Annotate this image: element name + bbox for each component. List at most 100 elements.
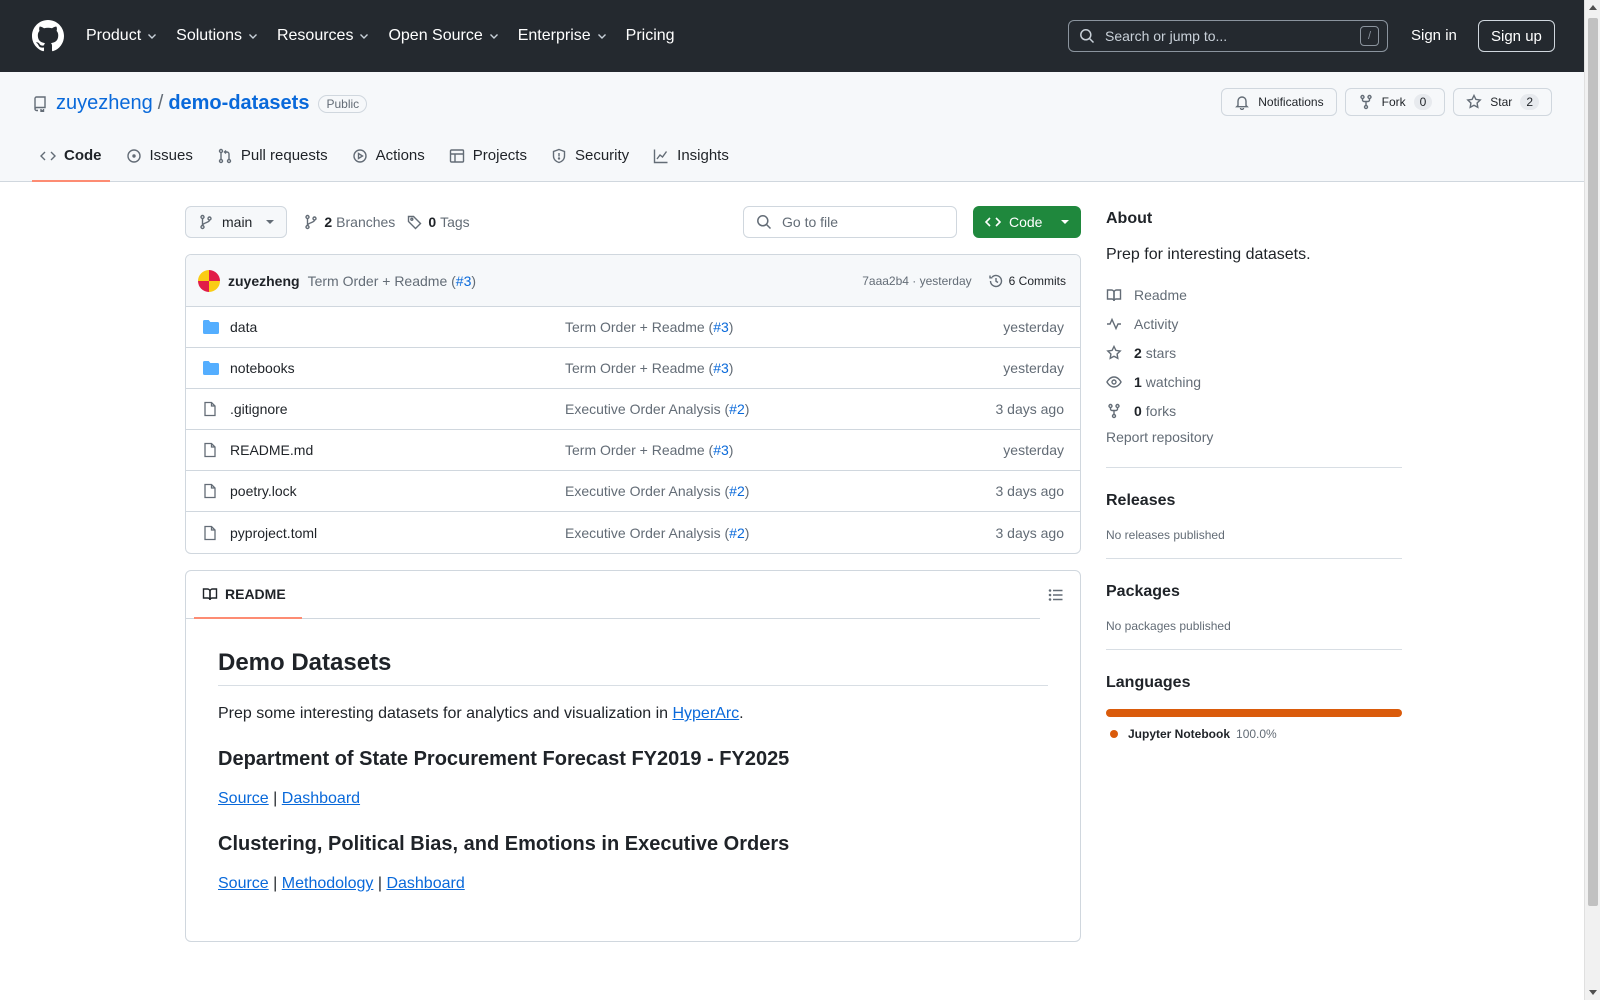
sidebar-link-forks[interactable]: 0 forks — [1106, 396, 1402, 425]
repo-tabs: Code Issues Pull requests Actions Projects Se… — [32, 144, 745, 182]
language-list: Jupyter Notebook 100.0% — [1106, 727, 1402, 741]
file-commit-message[interactable]: Executive Order Analysis (#2) — [565, 483, 996, 499]
history-icon — [988, 274, 1002, 287]
packages-section: Packages No packages published — [1106, 558, 1402, 633]
top-nav-resources[interactable]: Resources — [277, 27, 370, 45]
file-commit-pr-link[interactable]: #2 — [729, 401, 745, 417]
table-row[interactable]: notebooks Term Order + Readme (#3) yesterd… — [186, 348, 1080, 389]
table-row[interactable]: README.md Term Order + Readme (#3) yesterd… — [186, 430, 1080, 471]
sidebar-link-readme[interactable]: Readme — [1106, 280, 1402, 309]
releases-heading[interactable]: Releases — [1106, 492, 1402, 510]
file-icon — [204, 442, 216, 458]
file-commit-pr-link[interactable]: #3 — [713, 442, 729, 458]
top-nav-label: Enterprise — [517, 27, 591, 44]
commit-message[interactable]: Term Order + Readme (#3) — [308, 273, 476, 289]
top-nav-pricing[interactable]: Pricing — [626, 27, 675, 45]
top-nav-enterprise[interactable]: Enterprise — [518, 27, 608, 45]
languages-heading: Languages — [1106, 674, 1191, 691]
hyperarc-link[interactable]: HyperArc — [672, 705, 739, 722]
section1-dashboard-link[interactable]: Dashboard — [282, 790, 360, 807]
readme-tab[interactable]: README — [194, 571, 302, 619]
tags-link[interactable]: 0 Tags — [407, 214, 470, 230]
section2-source-link[interactable]: Source — [218, 875, 269, 892]
section1-source-link[interactable]: Source — [218, 790, 269, 807]
file-name-link[interactable]: README.md — [230, 442, 565, 458]
tab-insights[interactable]: Insights — [645, 144, 737, 182]
top-nav-label: Resources — [276, 27, 354, 44]
file-commit-pr-link[interactable]: #2 — [729, 483, 745, 499]
scroll-down-arrow[interactable] — [1589, 990, 1597, 995]
code-icon — [985, 217, 1001, 227]
table-row[interactable]: data Term Order + Readme (#3) yesterday — [186, 307, 1080, 348]
file-commit-pr-link[interactable]: #2 — [729, 525, 745, 541]
file-commit-message[interactable]: Term Order + Readme (#3) — [565, 319, 1003, 335]
packages-empty-text: No packages published — [1106, 619, 1231, 633]
readme-intro-end: . — [739, 705, 744, 722]
file-type-icon — [202, 525, 220, 541]
file-commit-message[interactable]: Term Order + Readme (#3) — [565, 360, 1003, 376]
report-repository-link[interactable]: Report repository — [1106, 429, 1402, 451]
branches-link[interactable]: 2 Branches — [303, 214, 395, 230]
bell-icon — [1235, 96, 1250, 110]
tab-security[interactable]: Security — [543, 144, 637, 182]
top-nav-open-source[interactable]: Open Source — [388, 27, 499, 45]
table-row[interactable]: poetry.lock Executive Order Analysis (#2)… — [186, 471, 1080, 512]
main-content: main 2 Branches 0 Tags Go to file Code z… — [185, 206, 1081, 942]
page-scrollbar[interactable] — [1584, 0, 1600, 1000]
commit-hash[interactable]: 7aaa2b4 · yesterday — [862, 274, 971, 288]
code-button[interactable]: Code — [973, 206, 1081, 238]
commit-pr-link[interactable]: #3 — [456, 273, 472, 289]
tab-code[interactable]: Code — [32, 144, 110, 182]
commits-history-link[interactable]: 6 Commits — [988, 273, 1066, 289]
repo-owner-link[interactable]: zuyezheng — [56, 92, 153, 115]
avatar[interactable] — [198, 269, 220, 292]
table-row[interactable]: pyproject.toml Executive Order Analysis (… — [186, 512, 1080, 553]
file-name-link[interactable]: pyproject.toml — [230, 525, 565, 541]
branch-selector[interactable]: main — [185, 206, 288, 238]
table-row[interactable]: .gitignore Executive Order Analysis (#2) 3… — [186, 389, 1080, 430]
language-item[interactable]: Jupyter Notebook 100.0% — [1106, 727, 1402, 741]
file-commit-message[interactable]: Term Order + Readme (#3) — [565, 442, 1003, 458]
section2-methodology-link[interactable]: Methodology — [282, 875, 374, 892]
tab-actions[interactable]: Actions — [344, 144, 433, 182]
file-toolbar: main 2 Branches 0 Tags Go to file Code — [185, 206, 1081, 238]
file-commit-date: yesterday — [1003, 442, 1064, 458]
file-type-icon — [202, 442, 220, 458]
tab-issues[interactable]: Issues — [118, 144, 201, 182]
scroll-up-arrow[interactable] — [1589, 5, 1597, 10]
file-commit-pr-link[interactable]: #3 — [713, 319, 729, 335]
language-name: Jupyter Notebook — [1128, 727, 1231, 741]
top-nav-product[interactable]: Product — [86, 27, 158, 45]
file-name-link[interactable]: notebooks — [230, 360, 565, 376]
tab-pull-requests[interactable]: Pull requests — [209, 144, 336, 182]
sidebar-link-watching[interactable]: 1 watching — [1106, 367, 1402, 396]
scroll-thumb[interactable] — [1588, 18, 1598, 906]
repo-name-link[interactable]: demo-datasets — [168, 92, 309, 115]
file-commit-end: ) — [744, 401, 750, 417]
file-name-link[interactable]: data — [230, 319, 565, 335]
section2-dashboard-link[interactable]: Dashboard — [386, 875, 464, 892]
github-logo-icon[interactable] — [32, 20, 64, 52]
sidebar-link-stars[interactable]: 2 stars — [1106, 338, 1402, 367]
file-commit-message[interactable]: Executive Order Analysis (#2) — [565, 401, 996, 417]
tab-projects[interactable]: Projects — [441, 144, 535, 182]
sidebar-link-activity[interactable]: Activity — [1106, 309, 1402, 338]
fork-button[interactable]: Fork 0 — [1344, 88, 1446, 116]
sign-in-link[interactable]: Sign in — [1411, 27, 1457, 44]
notifications-button[interactable]: Notifications — [1221, 88, 1337, 116]
star-button[interactable]: Star 2 — [1453, 88, 1552, 116]
search-input[interactable]: Search or jump to... / — [1068, 20, 1388, 52]
file-name-link[interactable]: .gitignore — [230, 401, 565, 417]
packages-heading[interactable]: Packages — [1106, 583, 1402, 601]
star-icon — [1466, 94, 1483, 109]
file-commit-message[interactable]: Executive Order Analysis (#2) — [565, 525, 996, 541]
visibility-badge: Public — [318, 94, 368, 113]
sign-up-button[interactable]: Sign up — [1478, 20, 1555, 52]
top-nav-solutions[interactable]: Solutions — [176, 27, 259, 45]
list-icon[interactable] — [1048, 587, 1064, 603]
go-to-file-input[interactable]: Go to file — [743, 206, 957, 238]
sidebar-link-label: watching — [1145, 373, 1202, 390]
commit-author-link[interactable]: zuyezheng — [228, 273, 300, 289]
file-name-link[interactable]: poetry.lock — [230, 483, 565, 499]
file-commit-pr-link[interactable]: #3 — [713, 360, 729, 376]
